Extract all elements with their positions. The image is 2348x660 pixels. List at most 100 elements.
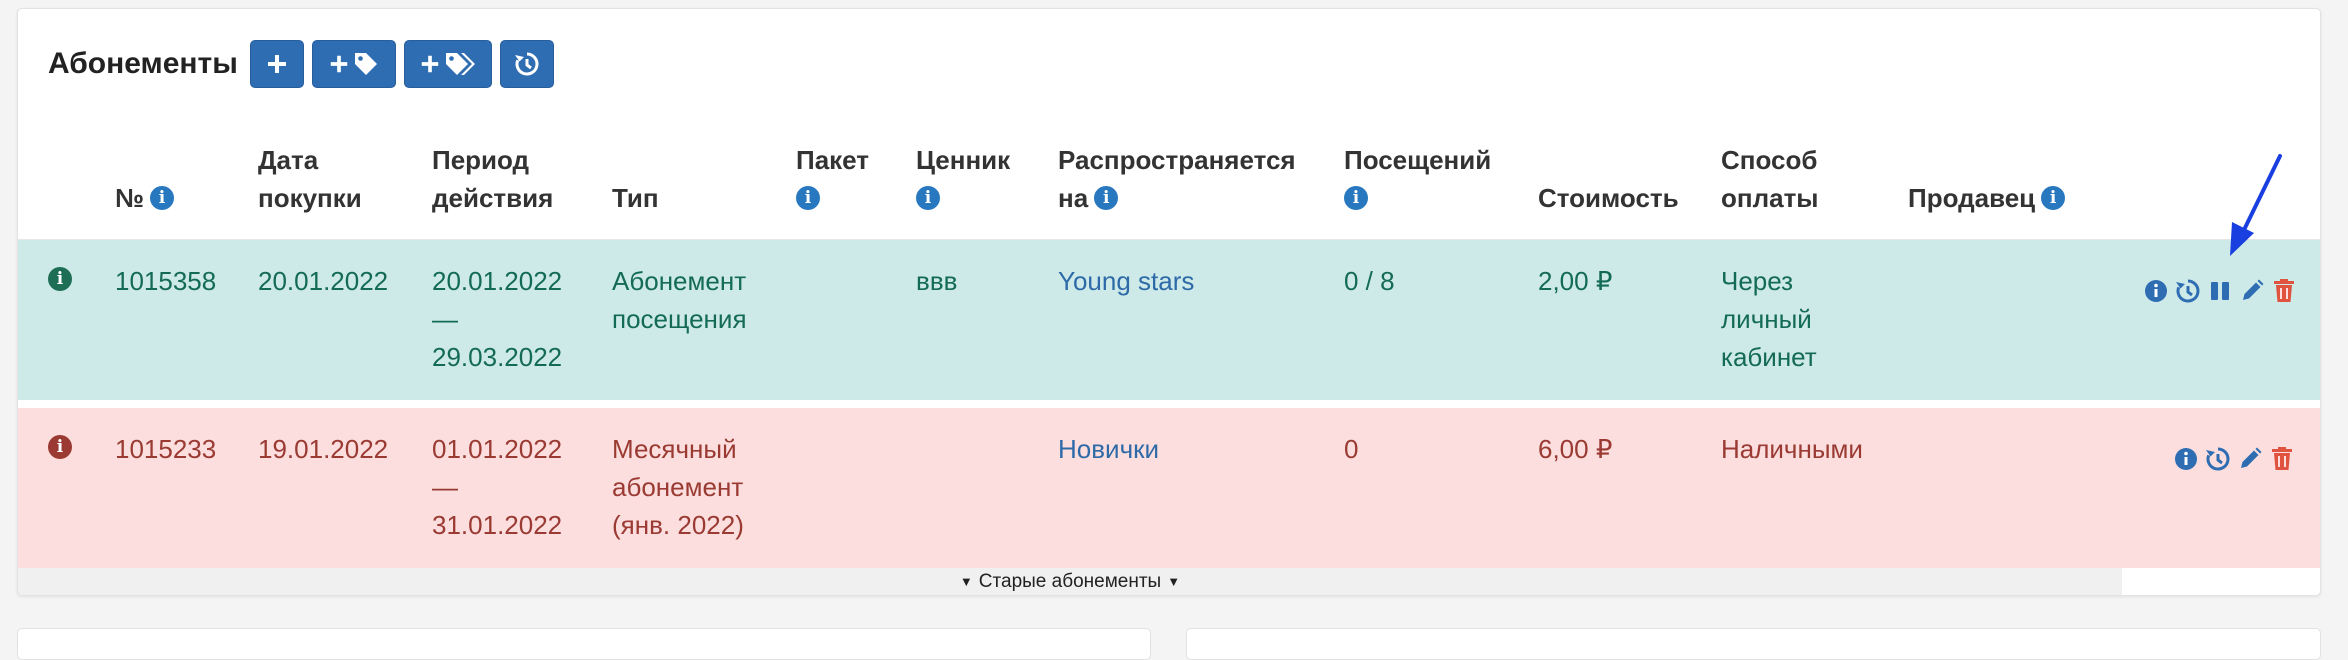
info-icon[interactable]: i — [2041, 186, 2066, 211]
table-row: i 1015233 19.01.2022 01.01.2022 — 31.01.… — [18, 408, 2320, 568]
add-tags-button[interactable] — [403, 40, 492, 88]
col-package-label: Пакет — [796, 145, 870, 175]
col-period-line1: Период — [432, 145, 530, 175]
table-header: № i Дата покупки Период действия Тип Паке… — [18, 129, 2320, 241]
status-info-icon[interactable]: i — [48, 435, 72, 459]
cell-period: 01.01.2022 — 31.01.2022 — [432, 430, 562, 544]
caret-down-icon: ▼ — [1167, 574, 1181, 589]
row-actions — [2143, 278, 2297, 304]
col-applies-to-line1: Распространяется — [1058, 145, 1296, 175]
cell-visits: 0 / 8 — [1344, 266, 1395, 296]
period-dash: — — [432, 472, 458, 502]
col-number: № i — [115, 179, 174, 217]
plus-icon — [421, 55, 439, 73]
panel-header: Абонементы — [48, 39, 554, 89]
plus-icon — [330, 55, 348, 73]
add-tag-button[interactable] — [311, 40, 396, 88]
payment-line1: Наличными — [1721, 434, 1863, 464]
old-subscriptions-toggle[interactable]: ▼ Старые абонементы ▼ — [18, 568, 2122, 595]
info-icon[interactable]: i — [1094, 186, 1119, 211]
history-icon — [514, 52, 539, 76]
cell-type: Месячный абонемент (янв. 2022) — [612, 430, 744, 544]
cell-cost: 2,00 ₽ — [1538, 266, 1613, 296]
cell-cost: 6,00 ₽ — [1538, 434, 1613, 464]
col-purchase-date-line2: покупки — [258, 183, 362, 213]
tag-icon — [354, 53, 377, 75]
annotation-arrow-icon — [2230, 154, 2282, 256]
add-subscription-button[interactable] — [249, 40, 304, 88]
col-payment-line1: Способ — [1721, 145, 1818, 175]
caret-down-icon: ▼ — [959, 574, 973, 589]
cell-number: 1015233 — [115, 434, 217, 464]
col-seller-label: Продавец — [1908, 183, 2036, 213]
cell-applies-to-link[interactable]: Young stars — [1058, 262, 1194, 300]
payment-line1: Через — [1721, 266, 1794, 296]
cell-visits: 0 — [1344, 434, 1359, 464]
info-icon[interactable]: i — [1344, 186, 1368, 211]
type-line1: Месячный — [612, 434, 737, 464]
plus-icon — [267, 55, 286, 73]
period-end: 29.03.2022 — [432, 342, 563, 372]
col-payment-line2: оплаты — [1721, 183, 1819, 213]
cell-type: Абонемент посещения — [612, 262, 747, 338]
col-pricelist: Ценник i — [916, 141, 1010, 217]
info-icon[interactable]: i — [796, 186, 820, 211]
info-icon[interactable]: i — [149, 186, 174, 211]
edit-icon[interactable] — [2237, 446, 2263, 472]
row-separator — [18, 400, 2320, 408]
col-period: Период действия — [432, 141, 553, 217]
history-icon[interactable] — [2205, 446, 2231, 472]
col-type: Тип — [612, 183, 659, 213]
type-line2: посещения — [612, 304, 747, 334]
payment-line3: кабинет — [1721, 342, 1817, 372]
tags-icon — [445, 53, 475, 75]
type-line3: (янв. 2022) — [612, 510, 744, 540]
row-actions — [2173, 446, 2295, 472]
cell-purchase-date: 20.01.2022 — [258, 266, 389, 296]
col-seller: Продавец i — [1908, 179, 2066, 217]
subscriptions-panel: Абонементы № i Дата покупки Период действ… — [17, 8, 2321, 596]
payment-line2: личный — [1721, 304, 1812, 334]
period-start: 20.01.2022 — [432, 266, 563, 296]
delete-icon[interactable] — [2269, 446, 2295, 472]
info-icon[interactable] — [2173, 446, 2199, 472]
col-payment: Способ оплаты — [1721, 141, 1819, 217]
history-button[interactable] — [499, 40, 554, 88]
info-icon[interactable]: i — [916, 186, 940, 211]
edit-icon[interactable] — [2239, 278, 2265, 304]
col-pricelist-label: Ценник — [916, 145, 1011, 175]
col-applies-to: Распространяется на i — [1058, 141, 1296, 217]
cell-purchase-date: 19.01.2022 — [258, 434, 389, 464]
old-subscriptions-label: Старые абонементы — [978, 570, 1162, 592]
cell-number: 1015358 — [115, 266, 217, 296]
cell-pricelist: ввв — [916, 266, 958, 296]
table-row: i 1015358 20.01.2022 20.01.2022 — 29.03.… — [18, 240, 2320, 400]
col-period-line2: действия — [432, 183, 554, 213]
period-start: 01.01.2022 — [432, 434, 563, 464]
period-end: 31.01.2022 — [432, 510, 563, 540]
cell-applies-to-link[interactable]: Новички — [1058, 430, 1159, 468]
cell-payment: Наличными — [1721, 430, 1863, 468]
status-info-icon[interactable]: i — [48, 267, 72, 291]
delete-icon[interactable] — [2271, 278, 2297, 304]
col-applies-to-line2: на — [1058, 183, 1089, 213]
cell-period: 20.01.2022 — 29.03.2022 — [432, 262, 562, 376]
lower-card-right — [1186, 628, 2321, 660]
lower-card-left — [17, 628, 1151, 660]
col-purchase-date-line1: Дата — [258, 145, 319, 175]
panel-title: Абонементы — [48, 47, 238, 80]
old-subscriptions-bar: ▼ Старые абонементы ▼ — [18, 568, 2122, 595]
col-visits: Посещений i — [1344, 141, 1491, 217]
type-line1: Абонемент — [612, 266, 747, 296]
col-purchase-date: Дата покупки — [258, 141, 362, 217]
col-package: Пакет i — [796, 141, 869, 217]
cell-payment: Через личный кабинет — [1721, 262, 1817, 376]
pause-icon[interactable] — [2207, 278, 2233, 304]
col-visits-label: Посещений — [1344, 145, 1492, 175]
history-icon[interactable] — [2175, 278, 2201, 304]
type-line2: абонемент — [612, 472, 744, 502]
col-cost: Стоимость — [1538, 183, 1679, 213]
period-dash: — — [432, 304, 458, 334]
col-number-label: № — [115, 183, 144, 213]
info-icon[interactable] — [2143, 278, 2169, 304]
